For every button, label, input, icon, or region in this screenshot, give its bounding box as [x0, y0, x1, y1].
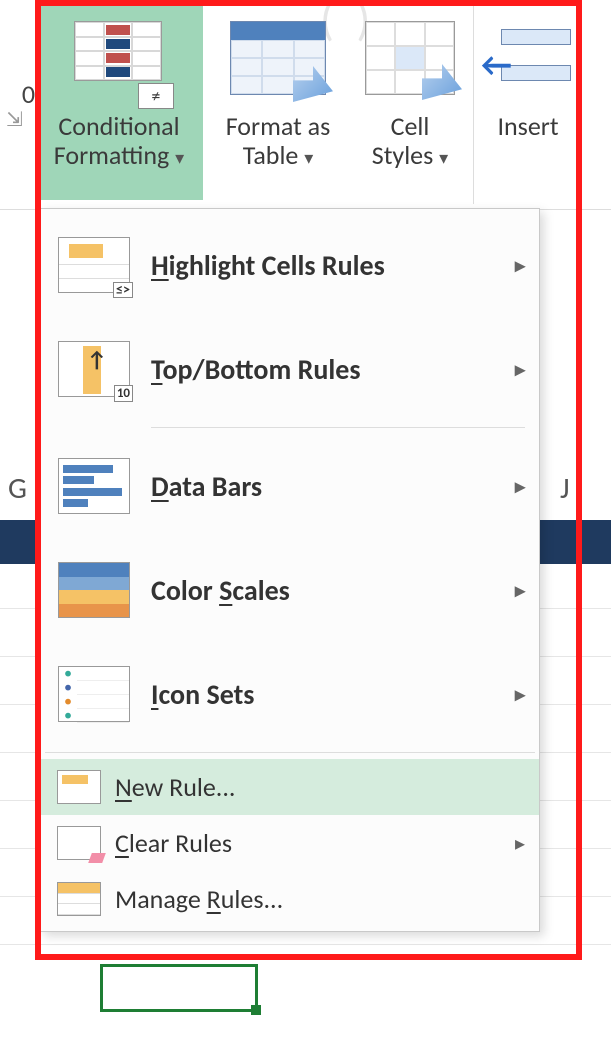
- menu-separator: [45, 752, 535, 753]
- menu-label: Icon Sets: [151, 677, 254, 712]
- new-rule-icon: [55, 767, 103, 807]
- menu-color-scales[interactable]: Color Scales ▸: [41, 538, 539, 642]
- conditional-formatting-icon: ≠: [59, 10, 179, 106]
- dialog-launcher-icon[interactable]: ⇲: [0, 109, 35, 131]
- menu-label: New Rule...: [115, 771, 235, 803]
- ribbon: 0 ⇲ ≠ Conditional Formatting ▾ Format as…: [0, 0, 611, 210]
- column-header-j[interactable]: J: [560, 470, 570, 507]
- dropdown-caret-icon: ▾: [175, 147, 184, 169]
- data-bars-icon: [55, 454, 133, 518]
- top-bottom-icon: ↑10: [55, 337, 133, 401]
- menu-separator: [151, 427, 525, 428]
- menu-new-rule[interactable]: New Rule...: [41, 759, 539, 815]
- menu-icon-sets[interactable]: ●●●● Icon Sets ▸: [41, 642, 539, 746]
- submenu-arrow-icon: ▸: [515, 357, 525, 382]
- ribbon-left-stub: 0 ⇲: [0, 0, 35, 131]
- submenu-arrow-icon: ▸: [515, 682, 525, 707]
- submenu-arrow-icon: ▸: [515, 474, 525, 499]
- conditional-formatting-button[interactable]: ≠ Conditional Formatting ▾: [35, 0, 203, 200]
- icon-sets-icon: ●●●●: [55, 662, 133, 726]
- menu-manage-rules[interactable]: Manage Rules...: [41, 871, 539, 927]
- cell-styles-button[interactable]: Cell Styles ▾: [353, 0, 467, 200]
- column-header-g[interactable]: G: [8, 470, 27, 507]
- menu-top-bottom-rules[interactable]: ↑10 Top/Bottom Rules ▸: [41, 317, 539, 421]
- conditional-formatting-label: Conditional Formatting ▾: [54, 106, 184, 169]
- dropdown-caret-icon: ▾: [439, 147, 448, 169]
- menu-label: Highlight Cells Rules: [151, 248, 385, 283]
- menu-label: Data Bars: [151, 469, 262, 504]
- highlight-cells-icon: ≤>: [55, 233, 133, 297]
- menu-label: Top/Bottom Rules: [151, 352, 361, 387]
- format-as-table-icon: [218, 10, 338, 106]
- dropdown-caret-icon: ▾: [304, 147, 313, 169]
- menu-highlight-cells-rules[interactable]: ≤> Highlight Cells Rules ▸: [41, 213, 539, 317]
- insert-icon: ←: [468, 10, 588, 106]
- clear-rules-icon: [55, 823, 103, 863]
- cell-styles-label: Cell Styles ▾: [372, 106, 448, 169]
- menu-label: Clear Rules: [115, 827, 232, 859]
- menu-clear-rules[interactable]: Clear Rules ▸: [41, 815, 539, 871]
- conditional-formatting-menu: ≤> Highlight Cells Rules ▸ ↑10 Top/Botto…: [40, 208, 540, 932]
- insert-label: Insert: [497, 106, 558, 141]
- format-as-table-label: Format as Table ▾: [226, 106, 331, 169]
- format-as-table-button[interactable]: Format as Table ▾: [203, 0, 353, 200]
- insert-button[interactable]: ← Insert: [480, 0, 576, 200]
- menu-label: Manage Rules...: [115, 883, 283, 915]
- color-scales-icon: [55, 558, 133, 622]
- menu-data-bars[interactable]: Data Bars ▸: [41, 434, 539, 538]
- number-format-stub: 0: [0, 80, 35, 109]
- cell-selection[interactable]: [100, 964, 258, 1012]
- manage-rules-icon: [55, 879, 103, 919]
- submenu-arrow-icon: ▸: [515, 253, 525, 278]
- cell-styles-icon: [350, 10, 470, 106]
- submenu-arrow-icon: ▸: [515, 831, 525, 856]
- menu-label: Color Scales: [151, 573, 290, 608]
- submenu-arrow-icon: ▸: [515, 578, 525, 603]
